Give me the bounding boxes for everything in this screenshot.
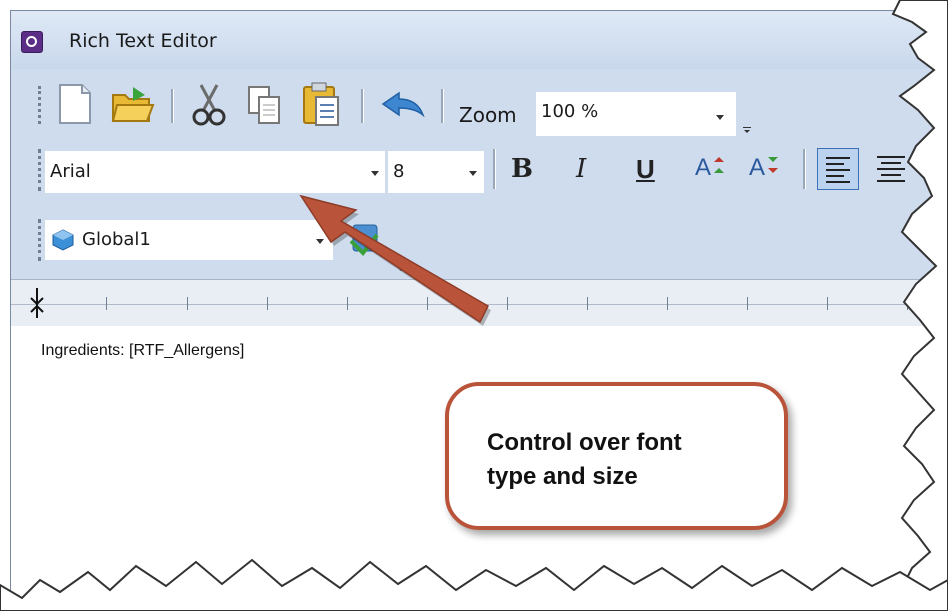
screenshot: Rich Text Editor Zoom 100 % Arial 8 B I … xyxy=(0,0,948,611)
torn-edge-frame xyxy=(0,0,948,611)
